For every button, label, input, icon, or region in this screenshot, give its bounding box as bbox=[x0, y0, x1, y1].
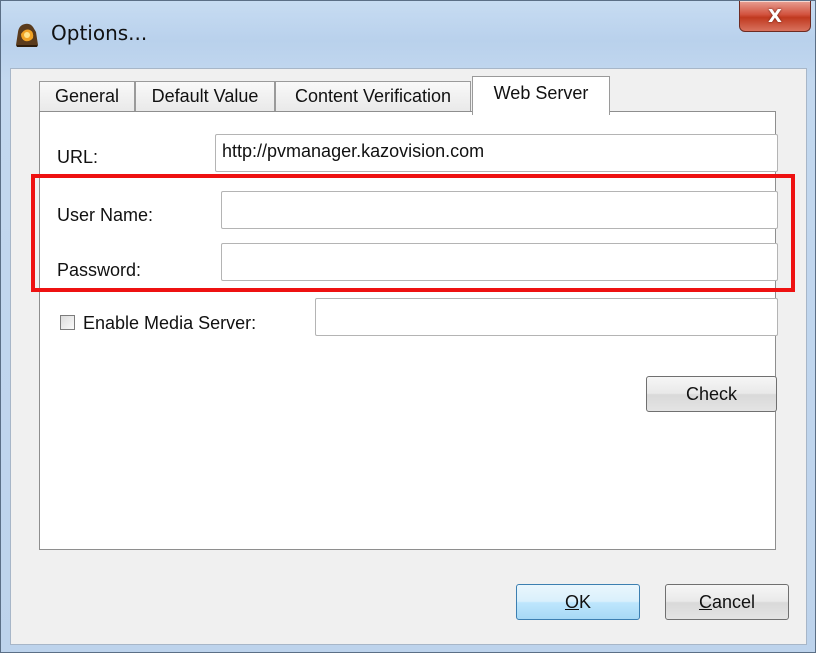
window-title: Options... bbox=[51, 21, 148, 45]
title-bar[interactable]: Options... X bbox=[1, 1, 815, 67]
cancel-button-label: Cancel bbox=[698, 591, 756, 612]
media-server-input[interactable] bbox=[315, 298, 778, 336]
close-button[interactable]: X bbox=[739, 1, 811, 32]
enable-media-server-checkbox[interactable] bbox=[60, 315, 75, 330]
username-label: User Name: bbox=[57, 205, 154, 225]
password-label: Password: bbox=[57, 260, 142, 280]
tab-label: Web Server bbox=[493, 83, 589, 103]
check-button[interactable]: Check bbox=[646, 376, 777, 412]
media-server-label[interactable]: Enable Media Server: bbox=[83, 313, 256, 334]
tab-default-value[interactable]: Default Value bbox=[135, 81, 275, 111]
tab-label: Content Verification bbox=[294, 86, 452, 106]
username-input[interactable] bbox=[221, 191, 778, 229]
options-dialog: Options... X General Default Value Conte… bbox=[0, 0, 816, 653]
ok-button-label: OK bbox=[564, 591, 592, 612]
tab-general[interactable]: General bbox=[39, 81, 135, 111]
url-value: http://pvmanager.kazovision.com bbox=[222, 141, 485, 161]
cancel-button[interactable]: Cancel bbox=[665, 584, 789, 620]
ok-button[interactable]: OK bbox=[516, 584, 640, 620]
tab-label: General bbox=[54, 86, 120, 106]
tab-content-verification[interactable]: Content Verification bbox=[275, 81, 471, 111]
check-button-label: Check bbox=[685, 383, 738, 404]
tab-label: Default Value bbox=[151, 86, 259, 106]
tab-web-server[interactable]: Web Server bbox=[472, 76, 610, 115]
app-icon bbox=[16, 23, 38, 47]
url-input[interactable]: http://pvmanager.kazovision.com bbox=[215, 134, 778, 172]
close-icon: X bbox=[768, 5, 782, 27]
url-label: URL: bbox=[57, 147, 99, 167]
password-input[interactable] bbox=[221, 243, 778, 281]
